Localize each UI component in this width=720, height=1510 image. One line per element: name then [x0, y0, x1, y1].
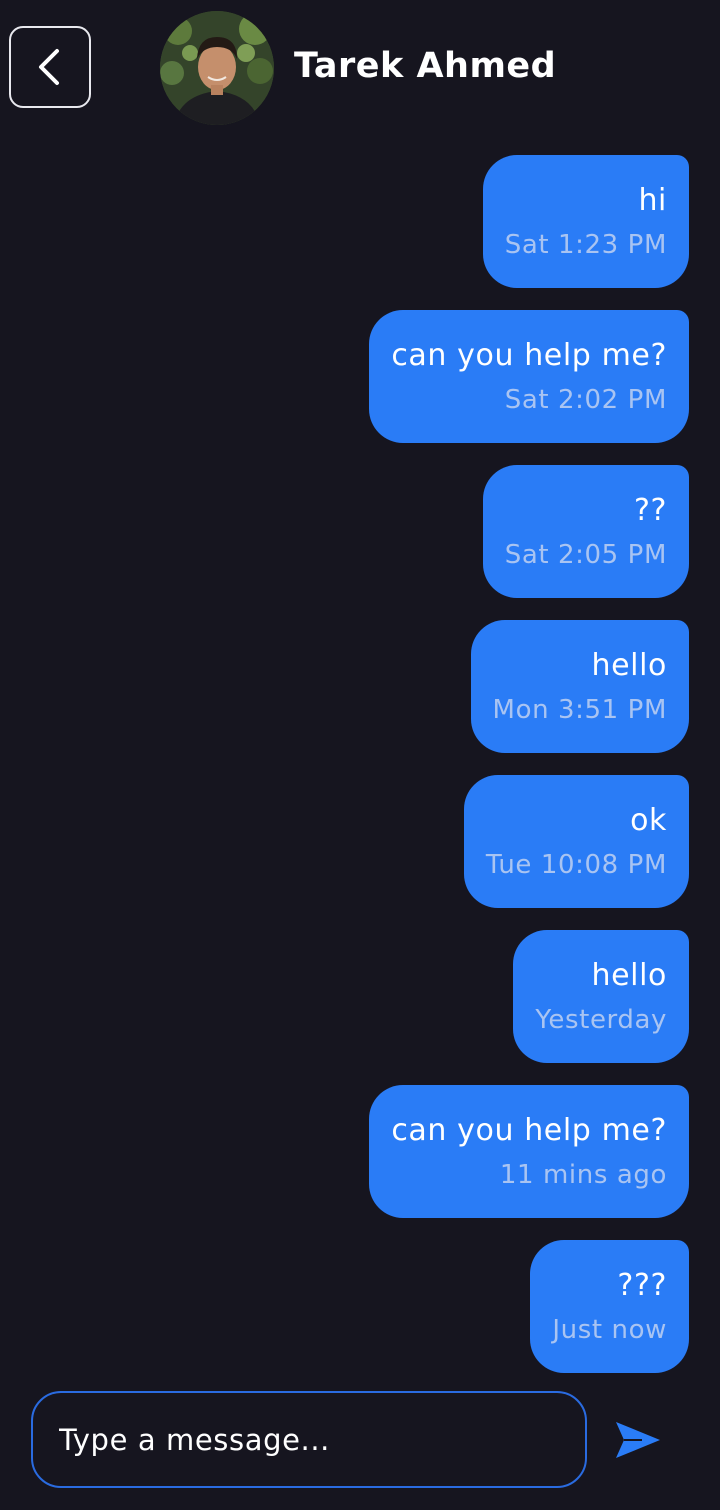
- back-button[interactable]: [9, 26, 91, 108]
- message-bubble[interactable]: hi Sat 1:23 PM: [482, 155, 689, 288]
- chat-header: Tarek Ahmed: [0, 0, 720, 135]
- message-bubble[interactable]: ??? Just now: [530, 1240, 689, 1373]
- message-text: ???: [617, 1267, 667, 1303]
- message-timestamp: Sat 2:02 PM: [504, 384, 667, 415]
- avatar[interactable]: [160, 11, 274, 125]
- chevron-left-icon: [39, 49, 59, 85]
- message-timestamp: Yesterday: [535, 1004, 667, 1035]
- message-bubble[interactable]: can you help me? 11 mins ago: [369, 1085, 689, 1218]
- message-text: hello: [591, 957, 667, 993]
- message-text: can you help me?: [391, 337, 667, 373]
- message-timestamp: Sat 2:05 PM: [504, 539, 667, 570]
- message-bubble[interactable]: can you help me? Sat 2:02 PM: [369, 310, 689, 443]
- message-row: hello Mon 3:51 PM: [0, 620, 720, 753]
- message-bubble[interactable]: hello Yesterday: [513, 930, 689, 1063]
- contact-name: Tarek Ahmed: [294, 46, 557, 86]
- message-timestamp: Tue 10:08 PM: [485, 849, 667, 880]
- message-input[interactable]: [57, 1421, 561, 1458]
- message-timestamp: 11 mins ago: [499, 1159, 667, 1190]
- message-text: ok: [630, 802, 667, 838]
- message-text: ??: [633, 492, 667, 528]
- message-row: ok Tue 10:08 PM: [0, 775, 720, 908]
- message-text: can you help me?: [391, 1112, 667, 1148]
- message-bubble[interactable]: ?? Sat 2:05 PM: [482, 465, 689, 598]
- message-text: hello: [591, 647, 667, 683]
- message-row: ?? Sat 2:05 PM: [0, 465, 720, 598]
- message-bubble[interactable]: ok Tue 10:08 PM: [463, 775, 689, 908]
- message-text: hi: [638, 182, 667, 218]
- message-bubble[interactable]: hello Mon 3:51 PM: [470, 620, 689, 753]
- message-timestamp: Sat 1:23 PM: [504, 229, 667, 260]
- send-button[interactable]: [612, 1414, 664, 1466]
- avatar-photo: [160, 11, 274, 125]
- message-row: can you help me? Sat 2:02 PM: [0, 310, 720, 443]
- message-timestamp: Mon 3:51 PM: [492, 694, 667, 725]
- message-row: hello Yesterday: [0, 930, 720, 1063]
- chat-screen: Tarek Ahmed hi Sat 1:23 PM can you help me…: [0, 0, 720, 1510]
- message-row: hi Sat 1:23 PM: [0, 155, 720, 288]
- send-icon: [616, 1422, 660, 1458]
- message-timestamp: Just now: [552, 1314, 667, 1345]
- message-composer: [31, 1391, 587, 1488]
- message-row: ??? Just now: [0, 1240, 720, 1373]
- message-list: hi Sat 1:23 PM can you help me? Sat 2:02 PM…: [0, 155, 720, 1395]
- message-row: can you help me? 11 mins ago: [0, 1085, 720, 1218]
